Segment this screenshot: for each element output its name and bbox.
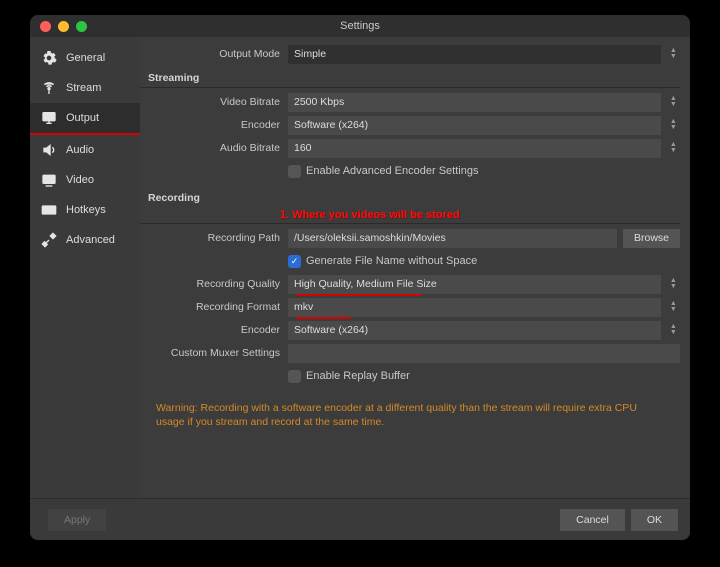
gen-filename-checkbox[interactable]: ✓ [288,255,301,268]
rec-encoder-label: Encoder [140,324,288,336]
sidebar-item-label: Hotkeys [66,204,106,216]
recording-quality-label: Recording Quality [140,278,288,290]
recording-path-input[interactable]: /Users/oleksii.samoshkin/Movies [288,229,617,248]
enable-advanced-label: Enable Advanced Encoder Settings [306,165,478,177]
sidebar-item-label: Advanced [66,234,115,246]
sidebar-item-label: General [66,52,105,64]
rec-encoder-select[interactable]: Software (x264) [288,321,661,340]
recording-format-select[interactable]: mkv [288,298,661,317]
ok-button[interactable]: OK [631,509,678,531]
sidebar-item-output[interactable]: Output [30,103,140,135]
video-bitrate-input[interactable]: 2500 Kbps [288,93,661,112]
apply-button[interactable]: Apply [48,509,106,531]
annotation-underline [296,294,421,296]
enable-advanced-checkbox[interactable] [288,165,301,178]
streaming-header: Streaming [140,67,680,88]
antenna-icon [40,80,58,96]
sidebar-item-stream[interactable]: Stream [30,73,140,103]
stepper-icon[interactable] [667,324,680,336]
replay-buffer-checkbox[interactable] [288,370,301,383]
stream-encoder-label: Encoder [140,119,288,131]
recording-format-label: Recording Format [140,301,288,313]
sidebar-item-audio[interactable]: Audio [30,135,140,165]
output-mode-value: Simple [294,48,326,60]
muxer-input[interactable] [288,344,680,363]
output-mode-label: Output Mode [140,48,288,60]
stream-encoder-select[interactable]: Software (x264) [288,116,661,135]
video-bitrate-label: Video Bitrate [140,96,288,108]
stepper-icon[interactable] [667,278,680,290]
sidebar-item-general[interactable]: General [30,43,140,73]
stepper-icon[interactable] [667,48,680,60]
monitor-icon [40,110,58,126]
content-pane: Output Mode Simple Streaming Video Bitra… [140,37,690,498]
keyboard-icon [40,202,58,218]
annotation-underline [296,317,351,319]
titlebar: Settings [30,15,690,37]
sidebar-item-label: Video [66,174,94,186]
muxer-label: Custom Muxer Settings [140,347,288,359]
recording-header: Recording [140,187,680,207]
browse-button[interactable]: Browse [623,229,680,248]
sidebar-item-label: Stream [66,82,101,94]
sidebar-item-hotkeys[interactable]: Hotkeys [30,195,140,225]
gen-filename-label: Generate File Name without Space [306,255,477,267]
stepper-icon[interactable] [667,96,680,108]
annotation-text: 1. Where you videos will be stored [280,209,680,221]
sidebar: General Stream Output Audio Video Hotkey… [30,37,140,498]
sidebar-item-advanced[interactable]: Advanced [30,225,140,255]
stepper-icon[interactable] [667,142,680,154]
sidebar-item-label: Audio [66,144,94,156]
cancel-button[interactable]: Cancel [560,509,625,531]
sidebar-item-video[interactable]: Video [30,165,140,195]
display-icon [40,172,58,188]
stepper-icon[interactable] [667,119,680,131]
settings-window: Settings General Stream Output Audio Vi [30,15,690,540]
audio-bitrate-label: Audio Bitrate [140,142,288,154]
audio-bitrate-select[interactable]: 160 [288,139,661,158]
stepper-icon[interactable] [667,301,680,313]
output-mode-select[interactable]: Simple [288,45,661,64]
replay-buffer-label: Enable Replay Buffer [306,370,410,382]
recording-path-label: Recording Path [140,232,288,244]
footer: Apply Cancel OK [30,498,690,540]
warning-text: Warning: Recording with a software encod… [140,389,680,429]
sidebar-item-label: Output [66,112,99,124]
tools-icon [40,232,58,248]
recording-quality-select[interactable]: High Quality, Medium File Size [288,275,661,294]
window-title: Settings [30,20,690,32]
speaker-icon [40,142,58,158]
gear-icon [40,50,58,66]
